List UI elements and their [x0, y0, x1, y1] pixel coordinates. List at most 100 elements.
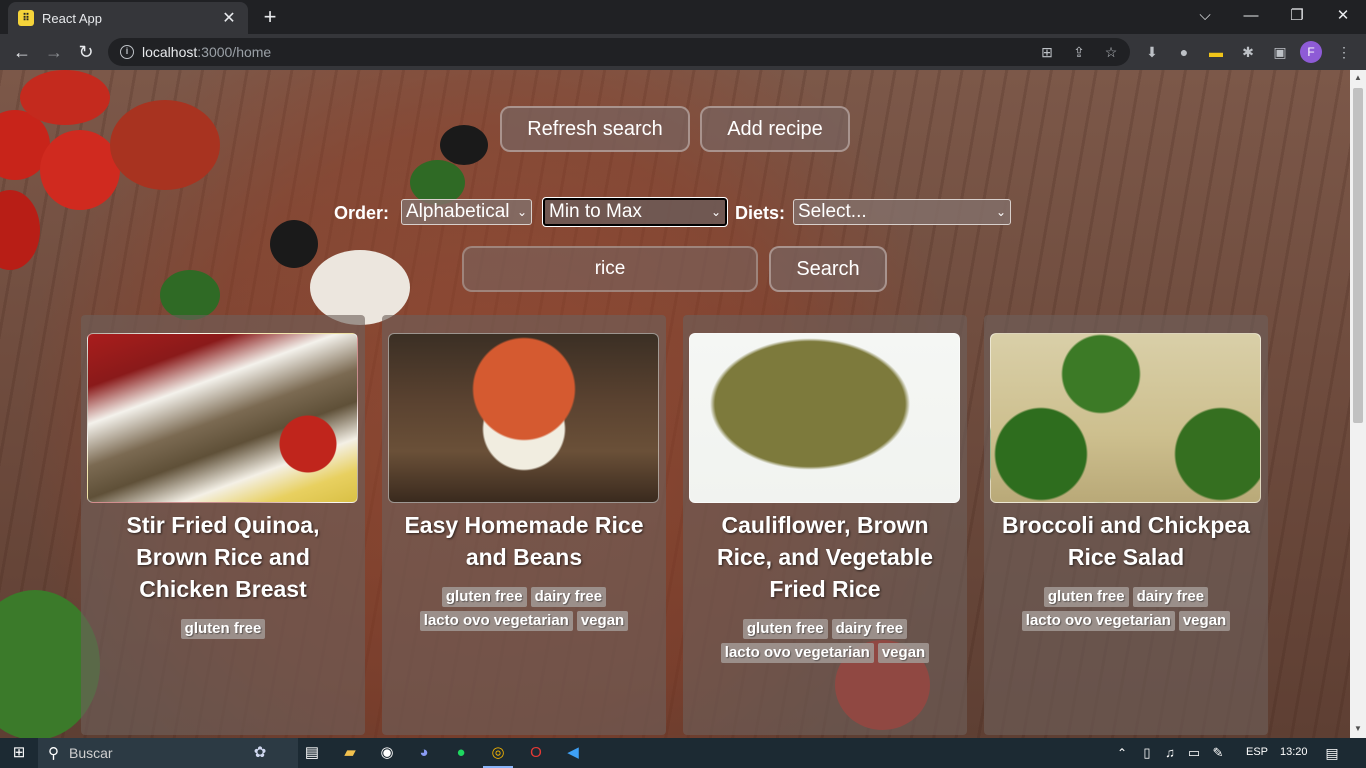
browser-tab[interactable]: ⠿ React App ✕ — [8, 2, 248, 34]
address-bar[interactable]: i localhost :3000/home ⊞ ⇪ ☆ — [108, 38, 1130, 66]
pepperoni-decoration — [110, 100, 220, 190]
diet-tag: lacto ovo vegetarian — [419, 611, 573, 631]
olive-decoration — [440, 125, 488, 165]
clock[interactable]: 13:20 — [1280, 746, 1308, 758]
add-recipe-button[interactable]: Add recipe — [700, 106, 850, 152]
new-tab-button[interactable]: + — [258, 6, 282, 28]
basil-leaf-decoration — [160, 270, 220, 320]
windows-taskbar: ⊞ ⚲ Buscar ✿ ▤ ▰ ◉ ◕ ● ◎ O ◀ ⌃ ▯ ♫ ▭ ✎ E… — [0, 738, 1366, 768]
diet-tag: vegan — [576, 611, 629, 631]
opera-icon[interactable]: O — [526, 743, 546, 763]
recipe-image-rice-beans[interactable] — [388, 333, 659, 503]
diet-tag: lacto ovo vegetarian — [720, 643, 874, 663]
site-info-icon[interactable]: i — [120, 45, 134, 59]
network-icon[interactable]: ▭ — [1184, 743, 1204, 763]
mushroom-decoration — [310, 250, 410, 325]
tray-device-icon[interactable]: ▯ — [1137, 743, 1157, 763]
browser-tab-bar: ⠿ React App ✕ + ⌵ — ❐ ✕ — [0, 0, 1366, 34]
chevron-down-icon: ⌄ — [710, 205, 721, 219]
diet-tag: vegan — [1178, 611, 1231, 631]
recipe-card[interactable]: Easy Homemade Rice and Beans gluten free… — [382, 315, 666, 735]
extension-cookie-icon[interactable]: ● — [1174, 42, 1194, 62]
tab-close-icon[interactable]: ✕ — [220, 8, 238, 28]
diet-tag: gluten free — [441, 587, 527, 607]
vscode-icon[interactable]: ◀ — [563, 743, 583, 763]
recipe-image-fried-rice[interactable] — [689, 333, 960, 503]
maximize-button[interactable]: ❐ — [1274, 4, 1320, 28]
tomato-decoration — [20, 70, 110, 125]
tab-title: React App — [42, 10, 102, 26]
scroll-up-arrow-icon[interactable]: ▲ — [1353, 73, 1363, 85]
browser-toolbar: ← → ↻ i localhost :3000/home ⊞ ⇪ ☆ ⬇ ● ▬… — [0, 34, 1366, 70]
diet-tags: gluten free dairy free lacto ovo vegetar… — [990, 587, 1262, 631]
recipe-image-quinoa[interactable] — [87, 333, 358, 503]
refresh-search-button[interactable]: Refresh search — [500, 106, 690, 152]
diet-tag: dairy free — [831, 619, 908, 639]
recipe-title[interactable]: Stir Fried Quinoa, Brown Rice and Chicke… — [91, 509, 355, 605]
recipe-card[interactable]: Cauliflower, Brown Rice, and Vegetable F… — [683, 315, 967, 735]
extension-folder-icon[interactable]: ▬ — [1206, 42, 1226, 62]
olive-decoration — [270, 220, 318, 268]
search-button[interactable]: Search — [769, 246, 887, 292]
recipe-title[interactable]: Cauliflower, Brown Rice, and Vegetable F… — [693, 509, 957, 605]
notifications-icon[interactable]: ▤ — [1322, 743, 1342, 763]
url-host: localhost — [142, 44, 198, 60]
pen-icon[interactable]: ✎ — [1208, 743, 1228, 763]
chrome-icon[interactable]: ◎ — [488, 743, 508, 763]
recipe-card[interactable]: Stir Fried Quinoa, Brown Rice and Chicke… — [81, 315, 365, 735]
volume-icon[interactable]: ♫ — [1160, 743, 1180, 763]
tomato-decoration — [40, 130, 120, 210]
language-indicator[interactable]: ESP — [1246, 746, 1268, 758]
reload-icon[interactable]: ↻ — [74, 40, 98, 64]
recipe-title[interactable]: Easy Homemade Rice and Beans — [392, 509, 656, 573]
diet-tag: vegan — [877, 643, 930, 663]
scrollbar-thumb[interactable] — [1353, 88, 1363, 423]
tab-search-icon[interactable]: ⌵ — [1182, 4, 1228, 28]
forward-arrow-icon[interactable]: → — [42, 40, 66, 64]
share-icon[interactable]: ⇪ — [1070, 43, 1088, 61]
diets-label: Diets: — [735, 203, 786, 223]
recipe-title[interactable]: Broccoli and Chickpea Rice Salad — [994, 509, 1258, 573]
diet-tag: dairy free — [530, 587, 607, 607]
extension-download-icon[interactable]: ⬇ — [1142, 42, 1162, 62]
cortana-mascot-icon[interactable]: ✿ — [250, 743, 270, 763]
react-app-favicon-icon: ⠿ — [18, 10, 34, 26]
spotify-icon[interactable]: ● — [451, 743, 471, 763]
order-select[interactable]: Alphabetical ⌄ — [401, 199, 532, 225]
search-icon: ⚲ — [48, 745, 59, 762]
diet-tag: gluten free — [742, 619, 828, 639]
diet-tag: lacto ovo vegetarian — [1021, 611, 1175, 631]
side-panel-icon[interactable]: ▣ — [1270, 42, 1290, 62]
profile-avatar[interactable]: F — [1300, 41, 1322, 63]
close-window-button[interactable]: ✕ — [1320, 4, 1366, 28]
page-scrollbar[interactable]: ▲ ▼ — [1350, 70, 1366, 738]
chevron-down-icon: ⌄ — [516, 205, 527, 219]
diet-tag: gluten free — [180, 619, 266, 639]
discord-icon[interactable]: ◕ — [414, 743, 434, 763]
scroll-down-arrow-icon[interactable]: ▼ — [1353, 724, 1363, 736]
translate-icon[interactable]: ⊞ — [1038, 43, 1056, 61]
direction-select[interactable]: Min to Max ⌄ — [542, 197, 728, 227]
menu-kebab-icon[interactable]: ⋮ — [1334, 42, 1354, 62]
diets-select[interactable]: Select... ⌄ — [793, 199, 1011, 225]
windows-start-icon[interactable]: ⊞ — [9, 743, 29, 763]
order-select-value: Alphabetical — [406, 201, 510, 222]
recipe-card[interactable]: Broccoli and Chickpea Rice Salad gluten … — [984, 315, 1268, 735]
bookmark-star-icon[interactable]: ☆ — [1102, 43, 1120, 61]
diet-tags: gluten free — [87, 619, 359, 639]
extensions-puzzle-icon[interactable]: ✱ — [1238, 42, 1258, 62]
chevron-down-icon: ⌄ — [995, 205, 1006, 219]
diet-tag: dairy free — [1132, 587, 1209, 607]
recipe-image-broccoli-salad[interactable] — [990, 333, 1261, 503]
back-arrow-icon[interactable]: ← — [10, 40, 34, 64]
diets-select-value: Select... — [798, 201, 867, 222]
diet-tag: gluten free — [1043, 587, 1129, 607]
task-view-icon[interactable]: ▤ — [302, 743, 322, 763]
search-input[interactable]: rice — [462, 246, 758, 292]
tomato-decoration — [0, 190, 40, 270]
file-explorer-icon[interactable]: ▰ — [340, 743, 360, 763]
minimize-button[interactable]: — — [1228, 4, 1274, 28]
page-viewport: Refresh search Add recipe Order: Alphabe… — [0, 70, 1350, 738]
steam-icon[interactable]: ◉ — [377, 743, 397, 763]
tray-chevron-up-icon[interactable]: ⌃ — [1112, 743, 1132, 763]
